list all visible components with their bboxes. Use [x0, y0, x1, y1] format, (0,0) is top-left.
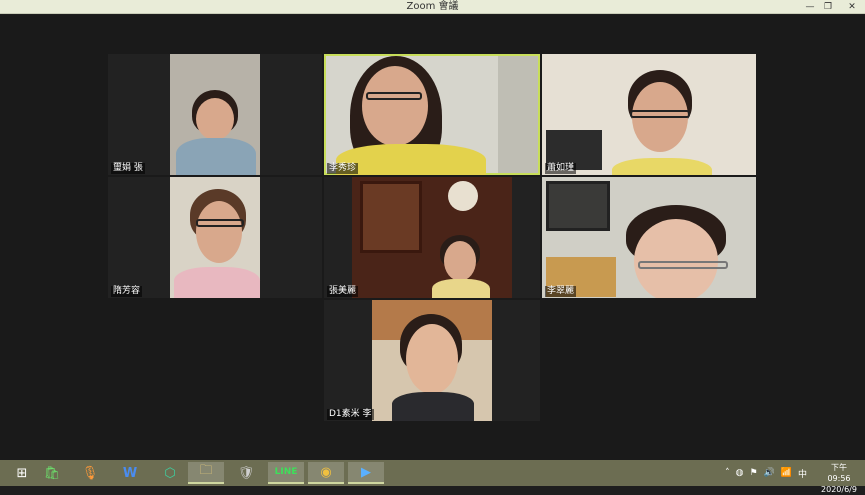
participant-video: [170, 54, 260, 175]
participant-name: 璽娟 張: [111, 163, 145, 174]
person-body: [612, 158, 712, 175]
participant-tile[interactable]: 蕭如瑾: [542, 54, 756, 175]
chevron-up-icon[interactable]: ˄: [725, 468, 730, 478]
ime-indicator[interactable]: 中: [798, 467, 807, 480]
background-painting: [546, 181, 610, 231]
participant-tile[interactable]: 璽娟 張: [108, 54, 322, 175]
chrome-icon[interactable]: ◉: [308, 462, 344, 484]
person-body: [392, 392, 474, 421]
flag-icon[interactable]: ⚑: [749, 468, 757, 478]
person-glasses: [630, 110, 690, 118]
participant-video: [372, 300, 492, 421]
system-tray: ˄ ◍ ⚑ 🔊 📶 中: [725, 460, 813, 486]
minimize-button[interactable]: —: [801, 0, 819, 14]
person-body: [432, 279, 490, 298]
store-icon[interactable]: 🛍: [34, 462, 70, 484]
participant-video: [326, 56, 538, 175]
person-body: [174, 267, 260, 298]
participant-name: 蕭如瑾: [545, 163, 577, 174]
person-head: [634, 219, 718, 298]
participant-tile-active-speaker[interactable]: 李秀珍: [324, 54, 540, 175]
background-cabinet: [360, 181, 422, 253]
person-glasses: [638, 261, 728, 269]
windows-taskbar: ⊞ 🛍 🎙 W ⬡ 🗀 🛡 LINE ◉ ▶ ˄ ◍ ⚑ 🔊 📶 中 下午 09…: [0, 460, 865, 494]
person-glasses: [366, 92, 422, 100]
person-head: [444, 241, 476, 281]
person-head: [196, 201, 242, 263]
participant-tile[interactable]: D1素米 李: [324, 300, 540, 421]
shield-app-icon[interactable]: ⬡: [152, 462, 188, 484]
participant-name: 張美麗: [327, 286, 359, 297]
person-head: [362, 66, 428, 146]
background-clock: [448, 181, 478, 211]
participant-name: D1素米 李: [327, 409, 374, 420]
wifi-icon[interactable]: 📶: [781, 468, 792, 478]
window-title: Zoom 會議: [406, 1, 459, 12]
person-body: [176, 138, 256, 175]
word-icon[interactable]: W: [112, 462, 148, 484]
participant-name: 李翠麗: [545, 286, 577, 297]
participant-tile[interactable]: 張美麗: [324, 177, 540, 298]
zoom-icon[interactable]: ▶: [348, 462, 384, 484]
participant-tile[interactable]: 李翠麗: [542, 177, 756, 298]
person-body: [336, 144, 486, 175]
video-gallery: 璽娟 張 李秀珍 蕭如瑾 隋芳容 張美麗 李翠麗 D1素米 李: [0, 15, 865, 460]
network-icon[interactable]: ◍: [736, 468, 744, 478]
participant-tile[interactable]: 隋芳容: [108, 177, 322, 298]
mic-icon[interactable]: 🎙: [72, 462, 108, 484]
person-glasses: [196, 219, 244, 227]
line-icon[interactable]: LINE: [268, 462, 304, 484]
background-shelf: [498, 56, 538, 173]
taskbar-clock[interactable]: 下午 09:56 2020/6/9: [819, 462, 859, 495]
person-head: [196, 98, 234, 140]
clock-time: 下午 09:56: [827, 463, 851, 483]
participant-name: 李秀珍: [327, 163, 359, 174]
participant-name: 隋芳容: [111, 286, 143, 297]
volume-icon[interactable]: 🔊: [764, 468, 775, 478]
folder-icon[interactable]: 🗀: [188, 462, 224, 484]
participant-video: [170, 177, 260, 298]
participant-video: [542, 177, 756, 298]
participant-video: [542, 54, 756, 175]
title-bar: Zoom 會議 — ❐ ✕: [0, 0, 865, 14]
person-head: [406, 324, 458, 394]
maximize-button[interactable]: ❐: [819, 0, 837, 14]
close-button[interactable]: ✕: [843, 0, 861, 14]
security-icon[interactable]: 🛡: [228, 462, 264, 484]
participant-video: [352, 177, 512, 298]
